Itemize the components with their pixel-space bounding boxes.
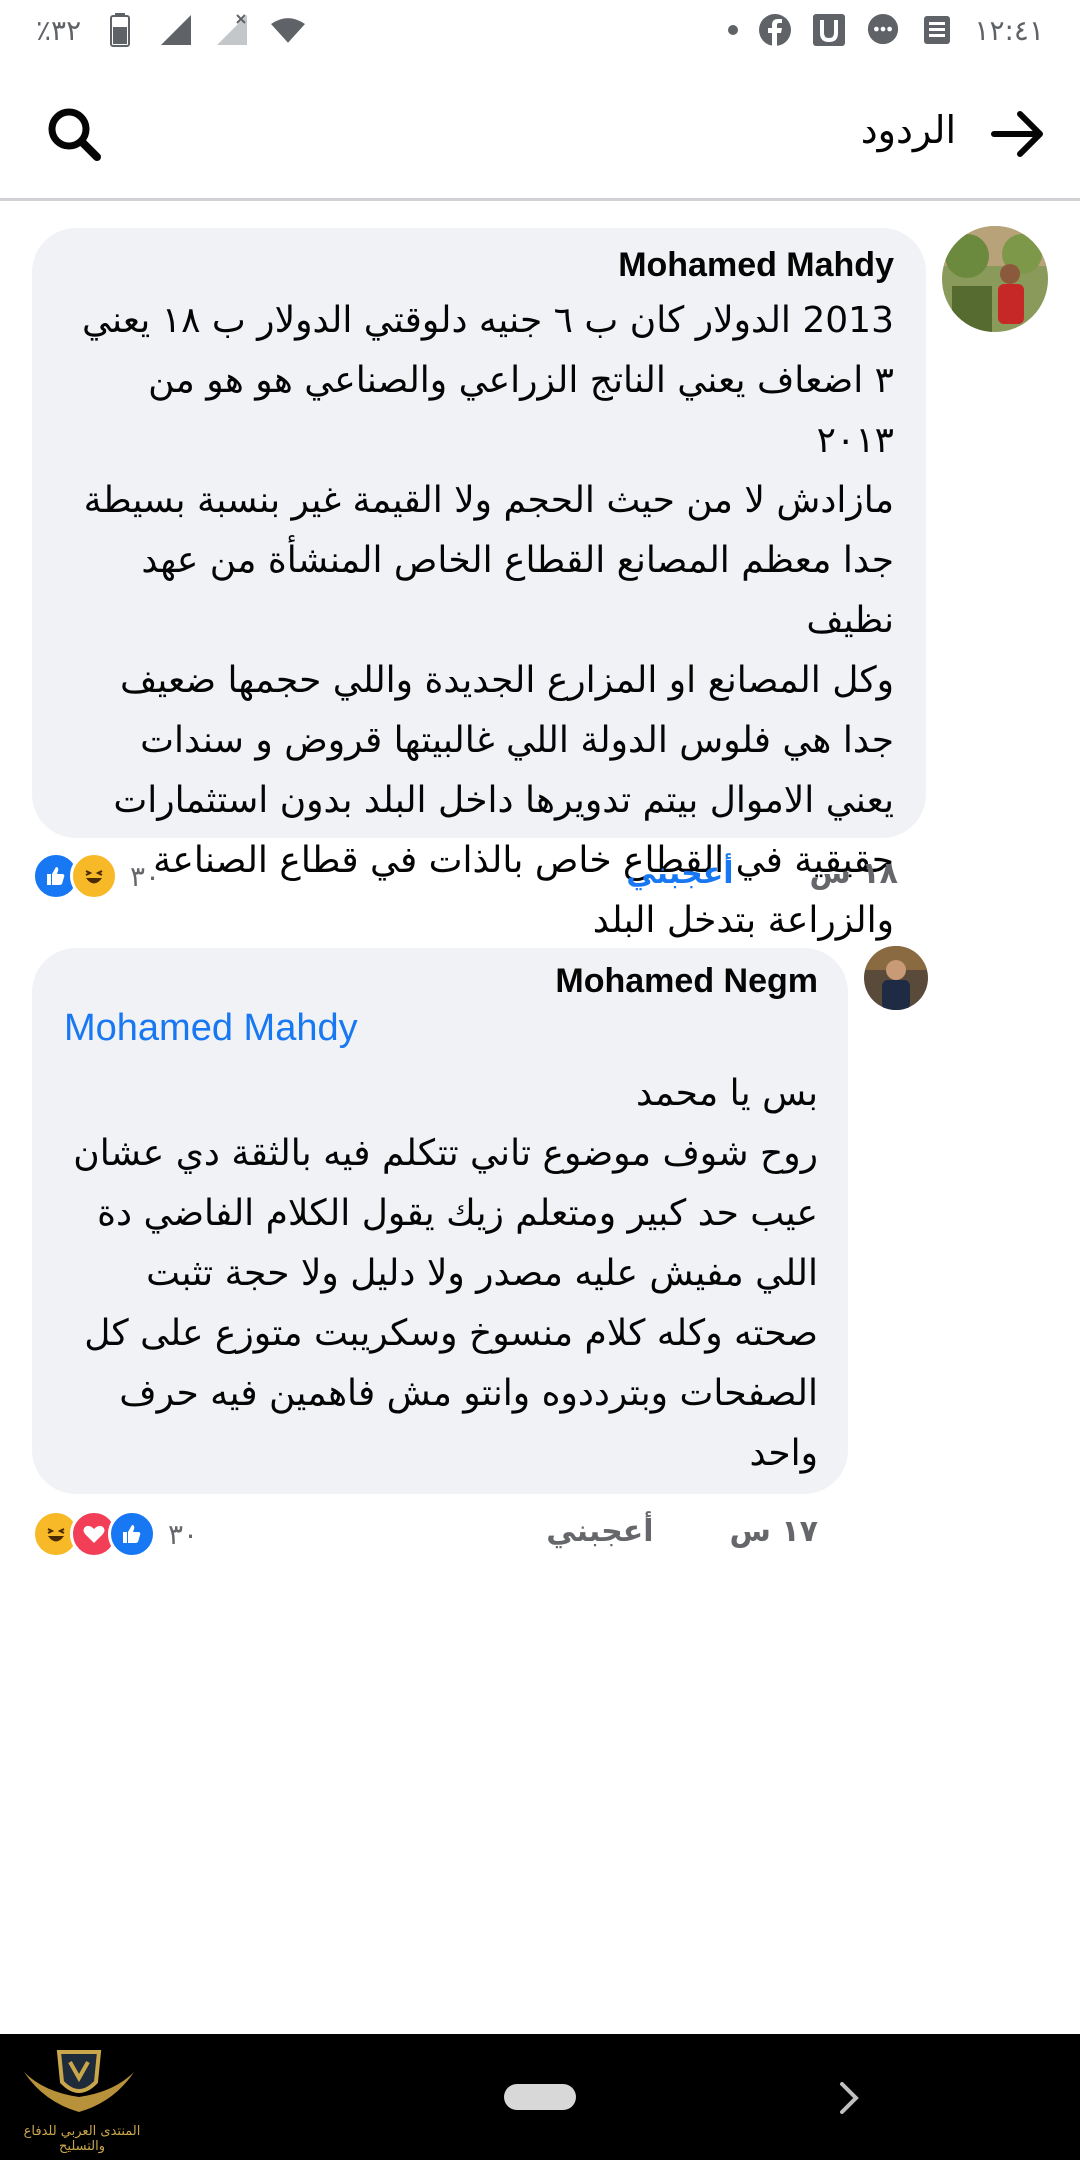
- status-left: ٪٣٢: [36, 10, 306, 50]
- comment-author[interactable]: Mohamed Mahdy: [64, 246, 894, 285]
- wifi-icon: [271, 13, 306, 47]
- reaction-icons: [32, 852, 118, 900]
- like-button[interactable]: أعجبني: [626, 856, 733, 891]
- signal-no-data-icon: [215, 13, 249, 47]
- avatar[interactable]: [942, 226, 1048, 332]
- comment-time[interactable]: ١٨ س: [810, 856, 898, 891]
- comment-text: بس يا محمد روح شوف موضوع تاني تتكلم فيه …: [73, 1073, 818, 1474]
- search-button[interactable]: [42, 102, 106, 166]
- comment-actions: ١٨ س أعجبني: [626, 856, 898, 891]
- signal-icon: [159, 13, 193, 47]
- nav-forward-button[interactable]: [832, 2078, 866, 2118]
- app-u-icon: [812, 13, 846, 47]
- like-reaction-icon: [108, 1510, 156, 1558]
- back-button[interactable]: [988, 104, 1048, 164]
- comment-actions: ١٧ س أعجبني: [546, 1514, 818, 1549]
- arrow-right-icon: [991, 111, 1043, 157]
- page-title: الردود: [860, 108, 956, 152]
- system-nav-bar: المنتدى العربي للدفاع والتسليح: [0, 2034, 1080, 2160]
- comment-bubble[interactable]: Mohamed Negm Mohamed Mahdy بس يا محمد رو…: [32, 948, 848, 1494]
- comment-bubble[interactable]: Mohamed Mahdy 2013 الدولار كان ب ٦ جنيه …: [32, 228, 926, 941]
- facebook-icon: [758, 13, 792, 47]
- battery-icon: [103, 13, 137, 47]
- reaction-count: ٣٠: [168, 1517, 199, 1551]
- haha-reaction-icon: [70, 852, 118, 900]
- reaction-icons: [32, 1510, 156, 1558]
- news-icon: [920, 13, 954, 47]
- search-icon: [48, 108, 101, 161]
- reaction-summary[interactable]: ٣٠: [32, 1510, 198, 1558]
- notification-dot-icon: [728, 25, 739, 35]
- watermark-text: المنتدى العربي للدفاع والتسليح: [23, 2124, 141, 2154]
- watermark-logo: المنتدى العربي للدفاع والتسليح: [4, 2042, 154, 2158]
- comment-time[interactable]: ١٧ س: [730, 1514, 818, 1549]
- like-button[interactable]: أعجبني: [546, 1514, 653, 1549]
- clock: ١٢:٤١: [974, 13, 1044, 47]
- comment-text: 2013 الدولار كان ب ٦ جنيه دلوقتي الدولار…: [82, 300, 894, 941]
- reaction-summary[interactable]: ٣٠: [32, 852, 160, 900]
- status-right: ١٢:٤١: [728, 10, 1044, 50]
- chevron-right-icon: [840, 2082, 859, 2114]
- home-button[interactable]: [504, 2084, 576, 2110]
- avatar[interactable]: [864, 946, 928, 1010]
- comment-author[interactable]: Mohamed Negm: [64, 962, 818, 1001]
- status-bar: ٪٣٢ ١٢:٤١: [0, 0, 1080, 62]
- reaction-count: ٣٠: [130, 859, 161, 893]
- app-header: الردود: [0, 70, 1080, 201]
- messenger-icon: [866, 13, 900, 47]
- mention-link[interactable]: Mohamed Mahdy: [64, 1007, 818, 1050]
- battery-percent: ٪٣٢: [36, 13, 82, 47]
